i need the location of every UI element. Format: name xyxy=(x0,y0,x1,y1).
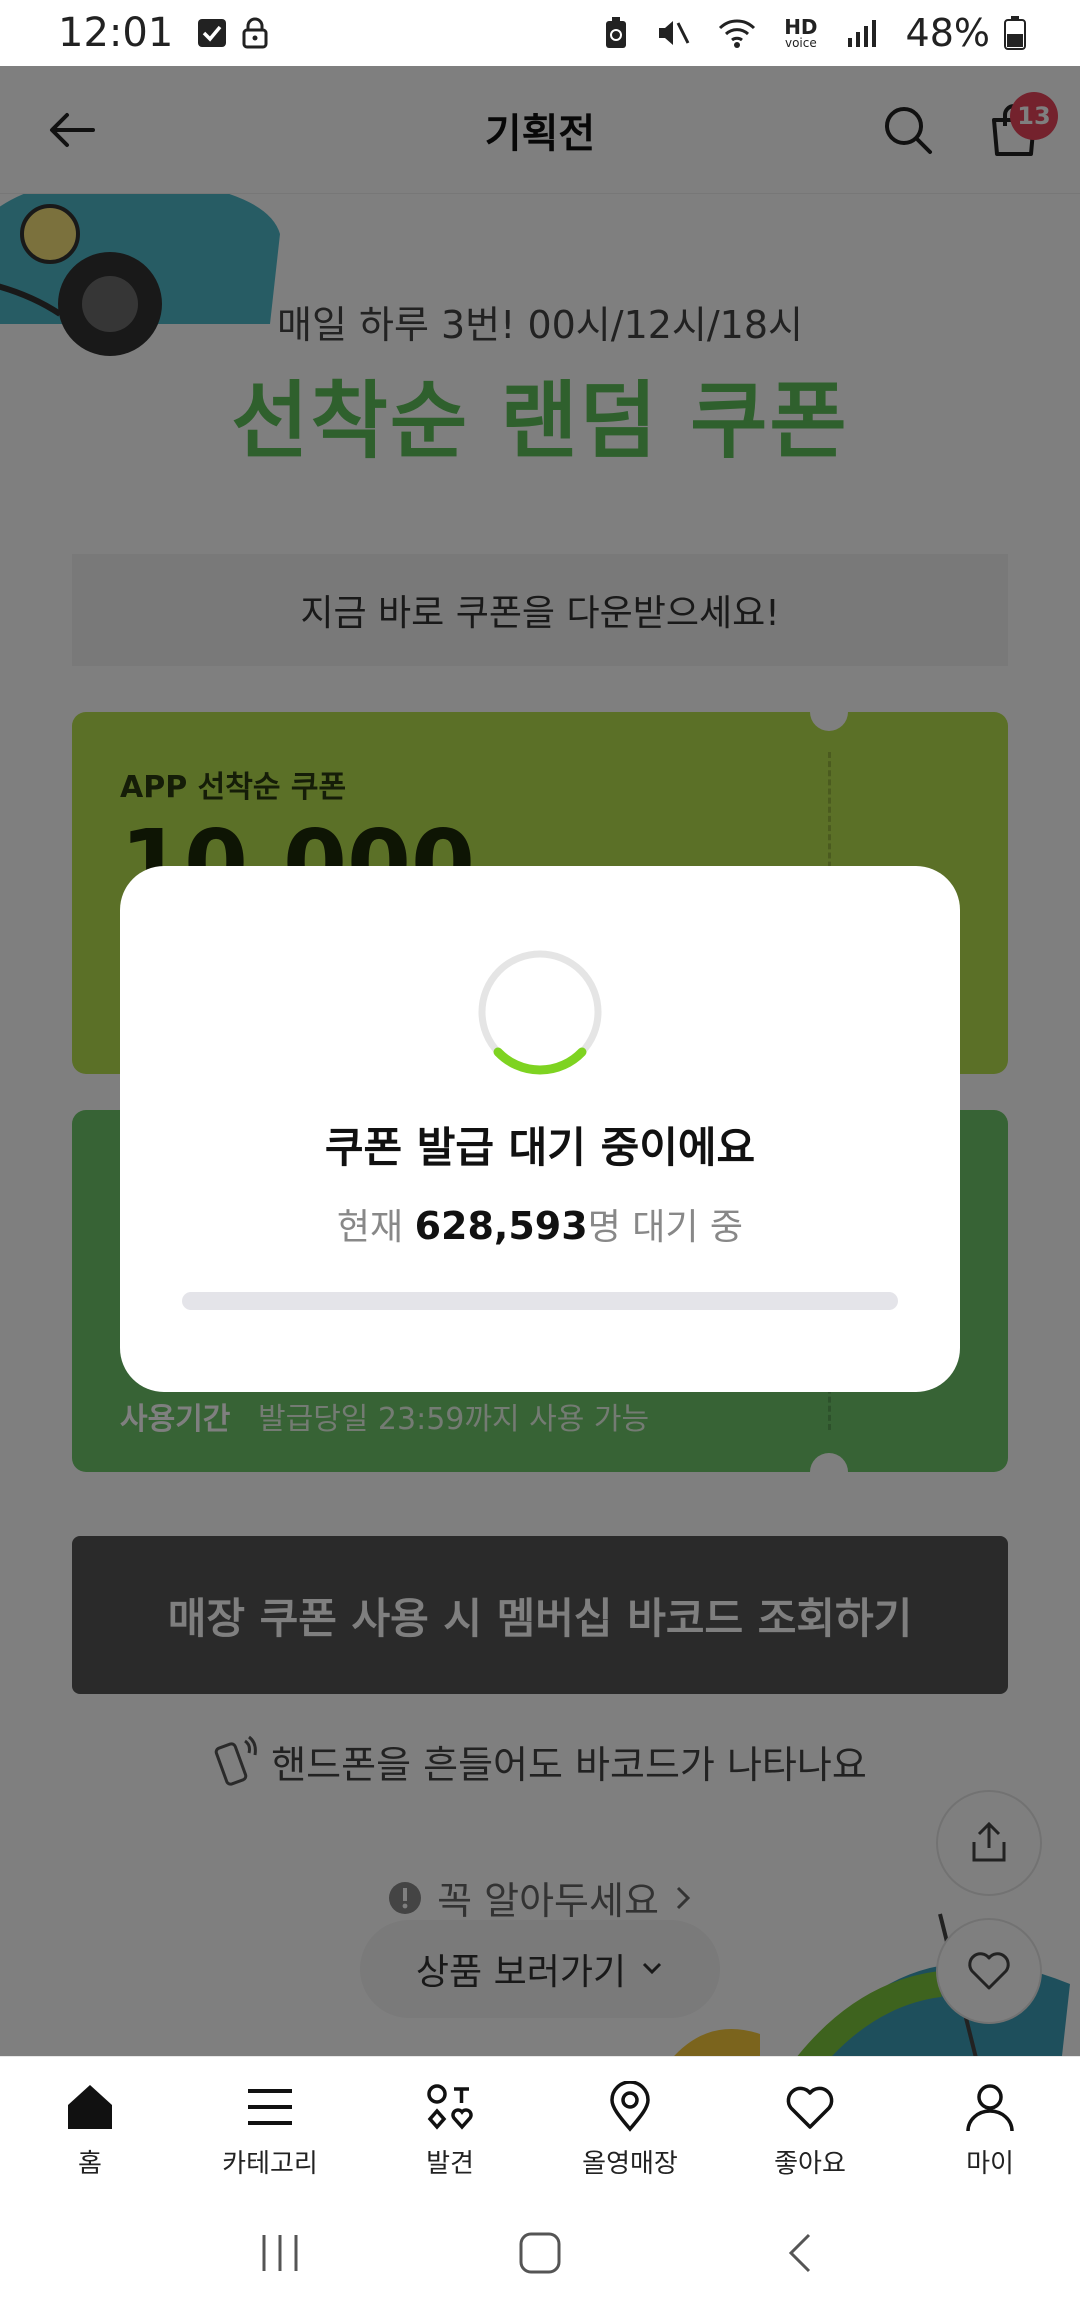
nav-label: 마이 xyxy=(966,2149,1014,2179)
discover-icon xyxy=(420,2077,480,2137)
queue-count-suffix: 명 대기 중 xyxy=(587,1207,744,1248)
nav-label: 발견 xyxy=(426,2149,474,2179)
queue-count: 현재 628,593명 대기 중 xyxy=(120,1198,960,1250)
nav-item-discover[interactable]: 발견 xyxy=(360,2057,540,2190)
person-icon xyxy=(960,2077,1020,2137)
nav-item-home[interactable]: 홈 xyxy=(0,2057,180,2190)
bottom-navigation: 홈 카테고리 발견 올영매장 좋아요 마이 xyxy=(0,2056,1080,2190)
loading-spinner-icon xyxy=(478,950,602,1075)
hd-voice-icon: HD voice xyxy=(784,15,818,50)
recent-apps-button[interactable] xyxy=(240,2213,320,2293)
recent-apps-icon xyxy=(262,2235,298,2271)
queue-progress-bar xyxy=(182,1292,898,1310)
checkbox-notification-icon xyxy=(197,18,227,48)
lock-icon xyxy=(241,17,269,49)
system-navigation-bar xyxy=(0,2190,1080,2316)
nav-label: 올영매장 xyxy=(582,2149,678,2179)
location-pin-icon xyxy=(600,2077,660,2137)
wifi-icon xyxy=(718,17,756,49)
home-square-icon xyxy=(519,2232,561,2274)
home-icon xyxy=(60,2077,120,2137)
status-time: 12:01 xyxy=(58,10,174,56)
nav-item-my[interactable]: 마이 xyxy=(900,2057,1080,2190)
nav-item-category[interactable]: 카테고리 xyxy=(180,2057,360,2190)
back-system-button[interactable] xyxy=(760,2213,840,2293)
queue-count-prefix: 현재 xyxy=(336,1207,415,1248)
heart-icon xyxy=(780,2077,840,2137)
nav-item-stores[interactable]: 올영매장 xyxy=(540,2057,720,2190)
nav-label: 좋아요 xyxy=(774,2149,846,2179)
queue-count-number: 628,593 xyxy=(414,1204,588,1248)
nav-label: 카테고리 xyxy=(222,2149,318,2179)
modal-title: 쿠폰 발급 대기 중이에요 xyxy=(324,1123,756,1172)
battery-percent: 48% xyxy=(905,11,990,55)
status-bar: 12:01 HD voice 48% xyxy=(0,0,1080,66)
battery-icon xyxy=(1004,16,1026,50)
mute-icon xyxy=(656,17,690,49)
chevron-left-icon xyxy=(788,2233,811,2273)
menu-icon xyxy=(240,2077,300,2137)
home-system-button[interactable] xyxy=(500,2213,580,2293)
battery-saver-icon xyxy=(604,17,628,49)
nav-item-likes[interactable]: 좋아요 xyxy=(720,2057,900,2190)
nav-label: 홈 xyxy=(78,2149,102,2179)
signal-icon xyxy=(846,18,878,48)
